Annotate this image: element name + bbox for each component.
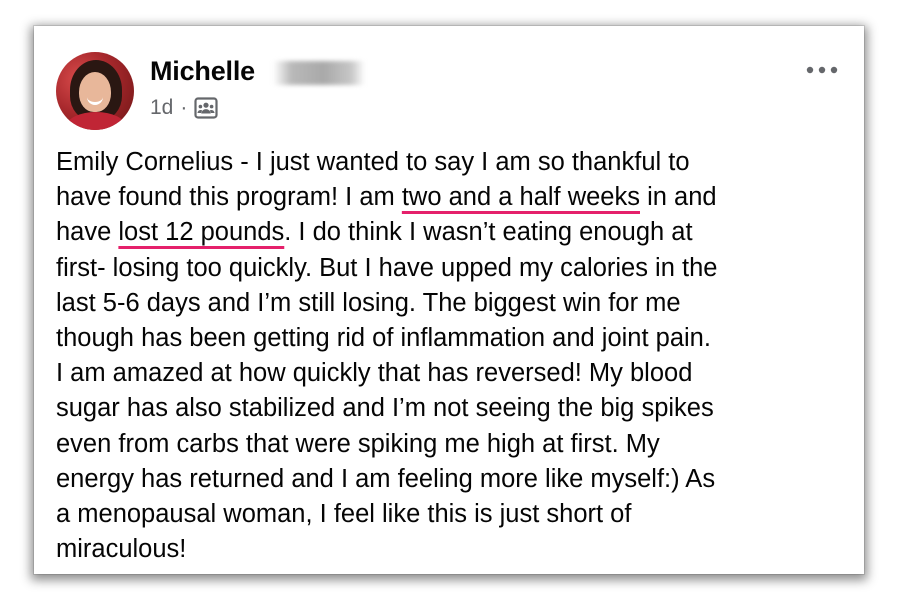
post-text-segment: sugar has also stabilized and I’m not se… xyxy=(56,394,714,423)
post-text-line: have found this program! I am two and a … xyxy=(56,180,846,215)
post-card: Michelle 1d · Emily Cornelius - I just w… xyxy=(34,26,864,574)
post-text-segment: have found this program! I am xyxy=(56,183,402,212)
post-text-segment: in and xyxy=(640,183,717,212)
post-text-line: energy has returned and I am feeling mor… xyxy=(56,462,846,497)
post-body: Emily Cornelius - I just wanted to say I… xyxy=(56,145,846,567)
highlighted-phrase: two and a half weeks xyxy=(401,183,640,212)
post-text-segment: a menopausal woman, I feel like this is … xyxy=(56,500,632,529)
post-text-segment: I am amazed at how quickly that has reve… xyxy=(56,359,693,388)
more-options-button[interactable] xyxy=(802,60,842,80)
post-text-segment: even from carbs that were spiking me hig… xyxy=(56,429,660,458)
post-text-line: sugar has also stabilized and I’m not se… xyxy=(56,391,846,426)
post-text-segment: energy has returned and I am feeling mor… xyxy=(56,464,716,493)
post-text-segment: have xyxy=(56,218,119,247)
blurred-surname xyxy=(273,61,365,85)
post-text-line: first- losing too quickly. But I have up… xyxy=(56,251,846,286)
more-options-icon xyxy=(806,66,838,74)
author-name[interactable]: Michelle xyxy=(150,56,255,87)
post-text-segment: Emily Cornelius - I just wanted to say I… xyxy=(56,148,690,176)
post-text-line: last 5-6 days and I’m still losing. The … xyxy=(56,286,846,321)
highlighted-phrase: lost 12 pounds xyxy=(118,218,285,247)
post-text-line: have lost 12 pounds. I do think I wasn’t… xyxy=(56,215,846,250)
post-text-line: I am amazed at how quickly that has reve… xyxy=(56,356,846,391)
post-text-line: a menopausal woman, I feel like this is … xyxy=(56,497,846,532)
post-text-line: miraculous! xyxy=(56,532,846,567)
post-text-line: even from carbs that were spiking me hig… xyxy=(56,427,846,462)
post-meta: 1d · xyxy=(150,96,218,120)
post-text-segment: . I do think I wasn’t eating enough at xyxy=(284,218,693,247)
post-text-segment: miraculous! xyxy=(56,535,187,564)
post-text-line: Emily Cornelius - I just wanted to say I… xyxy=(56,145,846,180)
post-text-segment: first- losing too quickly. But I have up… xyxy=(56,253,718,282)
meta-separator: · xyxy=(180,96,188,119)
post-text-line: though has been getting rid of inflammat… xyxy=(56,321,846,356)
timestamp[interactable]: 1d xyxy=(150,96,173,120)
avatar[interactable] xyxy=(56,52,134,130)
post-text-segment: last 5-6 days and I’m still losing. The … xyxy=(56,288,681,317)
group-icon xyxy=(194,97,218,119)
post-text-segment: though has been getting rid of inflammat… xyxy=(56,324,711,353)
